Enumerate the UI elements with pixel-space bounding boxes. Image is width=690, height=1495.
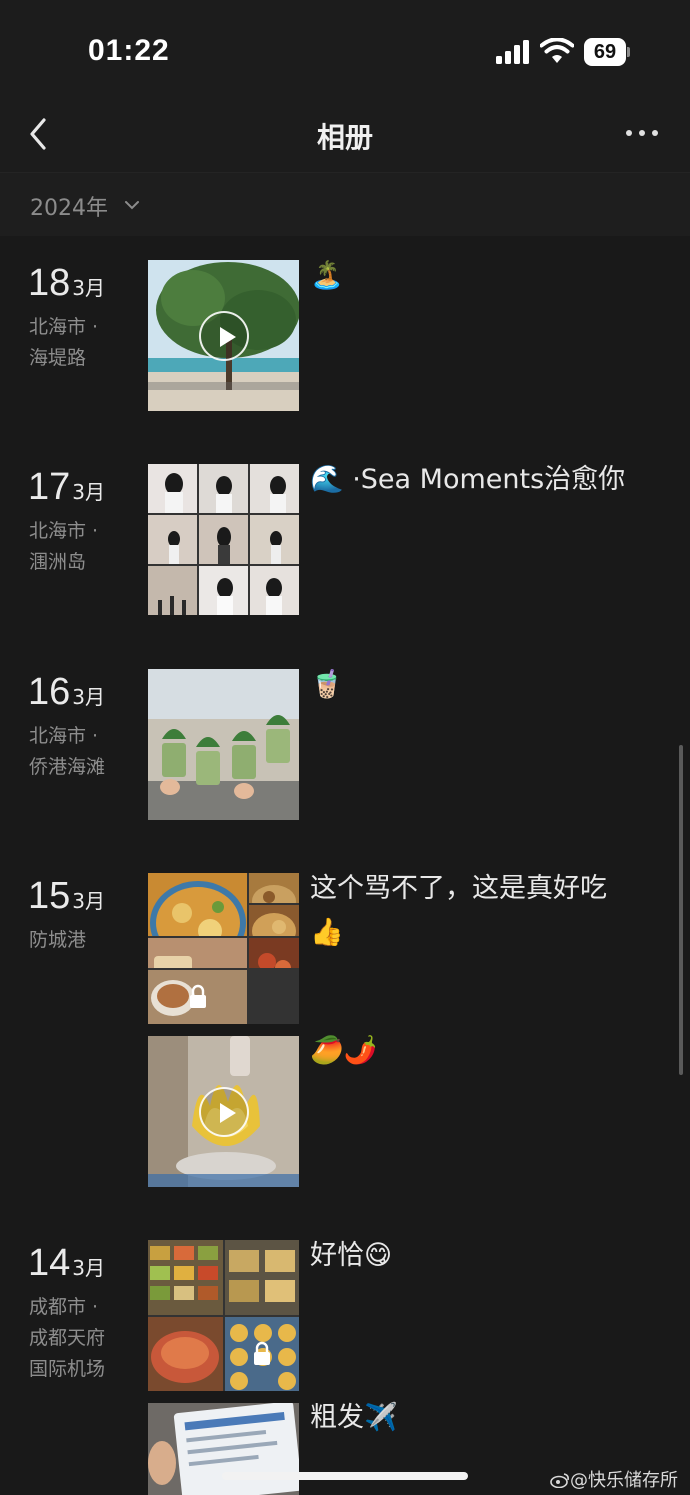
drinks-photo <box>148 669 299 820</box>
entry-location: 防城港 <box>29 929 87 951</box>
entry-location: 北海市 · 海堤路 <box>29 316 99 369</box>
album-entry: 16 3月 北海市 · 侨港海滩 🧋 <box>0 669 690 821</box>
entry-day: 18 <box>28 262 71 304</box>
scrollbar[interactable] <box>679 745 683 1075</box>
entry-location: 成都市 · 成都天府 国际机场 <box>29 1296 106 1380</box>
album-entry: 17 3月 北海市 · 涠洲岛 🌊 ·Sea Moments治愈你 <box>0 464 690 616</box>
play-icon <box>198 310 249 361</box>
entry-month: 3月 <box>72 480 106 504</box>
photo-grid[interactable] <box>148 464 299 615</box>
photo-thumbnail[interactable] <box>148 669 299 820</box>
video-thumbnail[interactable] <box>148 260 299 411</box>
status-bar: 01:22 69 <box>0 0 690 100</box>
entry-date: 16 3月 <box>28 671 105 714</box>
entry-date: 18 3月 <box>28 262 105 305</box>
entry-caption: 这个骂不了，这是真好吃👍 <box>310 873 607 948</box>
entry-date: 17 3月 <box>28 466 105 509</box>
nav-bar: 相册 <box>0 100 690 172</box>
entry-month: 3月 <box>72 685 106 709</box>
entry-day: 14 <box>28 1242 71 1284</box>
album-entry: 15 3月 防城港 这个骂不了，这是真好吃👍 🥭🌶️ <box>0 873 690 1195</box>
album-entry: 14 3月 成都市 · 成都天府 国际机场 好恰😋 粗发✈️ <box>0 1240 690 1495</box>
page-title: 相册 <box>316 121 373 154</box>
entry-month: 3月 <box>72 889 106 913</box>
lock-icon <box>189 984 206 1008</box>
entry-day: 15 <box>28 875 71 917</box>
year-filter[interactable]: 2024年 <box>0 172 690 236</box>
battery-icon: 69 <box>584 38 630 66</box>
boarding-pass-photo <box>148 1403 299 1495</box>
chevron-down-icon <box>125 201 139 210</box>
battery-level: 69 <box>584 38 626 66</box>
video-thumbnail[interactable] <box>148 1036 299 1187</box>
cellular-signal-icon <box>496 40 529 64</box>
weibo-icon <box>550 1473 569 1489</box>
watermark: @快乐储存所 <box>550 1466 678 1492</box>
play-icon <box>198 1086 249 1137</box>
home-indicator[interactable] <box>222 1472 468 1480</box>
entry-month: 3月 <box>72 276 106 300</box>
entry-caption-2: 粗发✈️ <box>310 1402 398 1433</box>
entry-caption: 好恰😋 <box>310 1240 393 1271</box>
entry-caption: 🏝️ <box>310 260 344 291</box>
entry-day: 16 <box>28 671 71 713</box>
album-entry: 18 3月 北海市 · 海堤路 🏝️ <box>0 260 690 412</box>
entry-date: 14 3月 <box>28 1242 105 1285</box>
year-label: 2024年 <box>30 196 108 221</box>
entry-location: 北海市 · 侨港海滩 <box>29 725 106 778</box>
lock-icon <box>253 1341 270 1365</box>
entry-date: 15 3月 <box>28 875 105 918</box>
more-icon[interactable] <box>622 118 662 148</box>
entry-day: 17 <box>28 466 71 508</box>
status-time: 01:22 <box>88 34 170 67</box>
photo-grid[interactable] <box>148 873 299 1024</box>
entry-caption: 🌊 ·Sea Moments治愈你 <box>310 464 626 495</box>
photo-grid[interactable] <box>148 1240 299 1391</box>
photo-thumbnail[interactable] <box>148 1403 299 1495</box>
entry-month: 3月 <box>72 1256 106 1280</box>
entry-location: 北海市 · 涠洲岛 <box>29 520 99 573</box>
entry-caption-2: 🥭🌶️ <box>310 1035 378 1066</box>
wifi-icon <box>540 38 574 63</box>
entry-caption: 🧋 <box>310 669 344 700</box>
